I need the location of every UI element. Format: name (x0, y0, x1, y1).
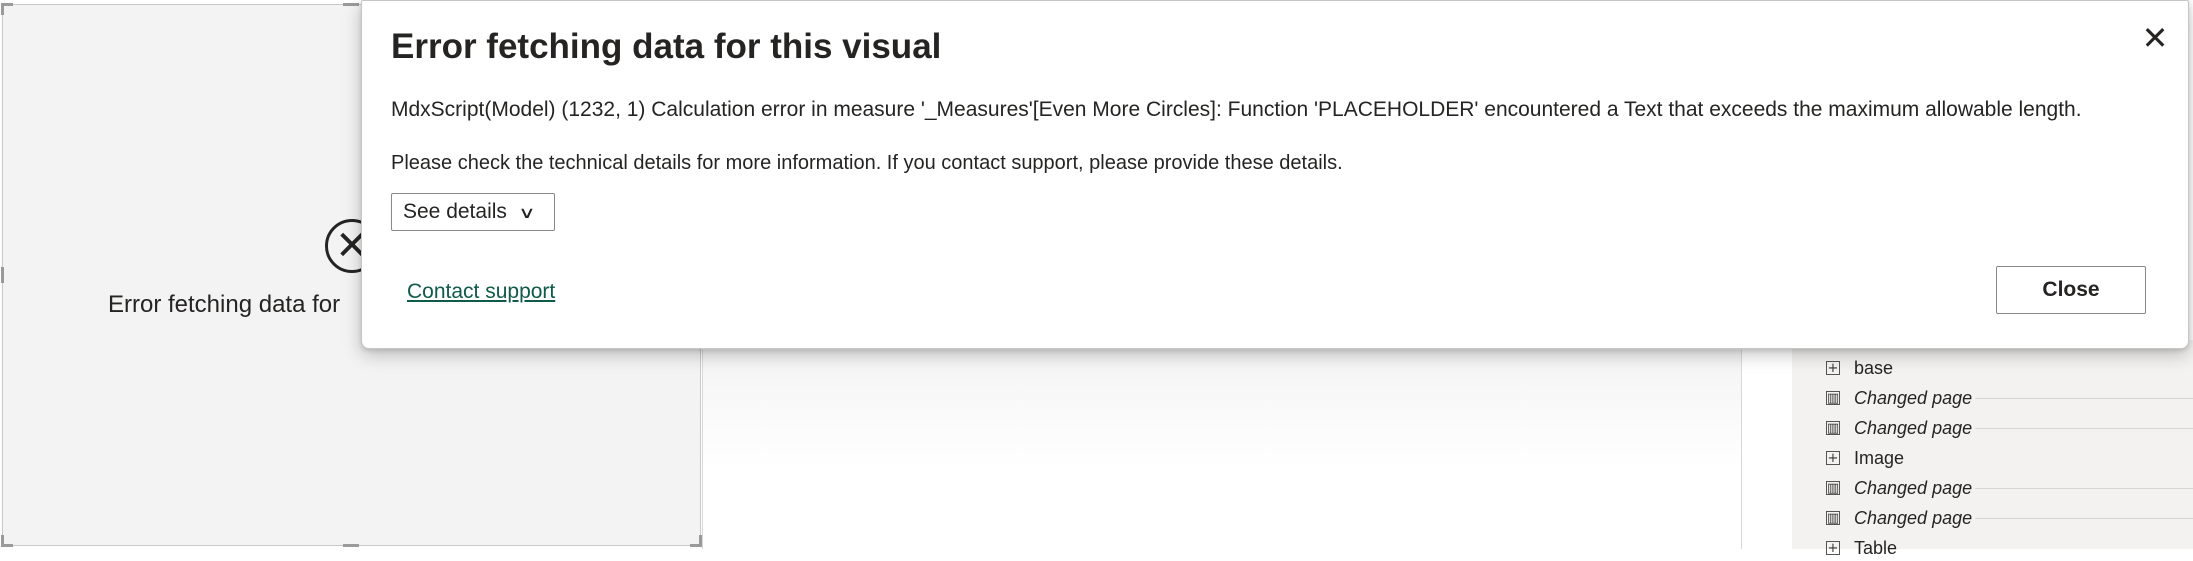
pane-item-table[interactable]: + Table (1826, 535, 1897, 561)
report-canvas (703, 350, 1741, 549)
help-message: Please check the technical details for m… (391, 152, 1343, 174)
report-page-icon: ▥ (1826, 510, 1840, 526)
pane-item-label: Table (1854, 537, 1898, 558)
pane-item-image[interactable]: + Image (1826, 445, 1904, 471)
see-details-label: See details (403, 200, 507, 223)
pane-row-line (1975, 398, 2193, 399)
pane-item-changed-page[interactable]: ▥ Changed page (1826, 475, 1972, 501)
resize-handle[interactable] (1, 267, 4, 283)
visual-error-text: Error fetching data for (108, 291, 341, 318)
expand-plus-icon[interactable]: + (1826, 541, 1840, 555)
pane-item-changed-page[interactable]: ▥ Changed page (1826, 415, 1972, 441)
pane-divider (1741, 350, 1742, 549)
see-details-button[interactable]: See details ∨ (391, 193, 555, 231)
expand-plus-icon[interactable]: + (1826, 361, 1840, 375)
pane-item-label: Image (1854, 447, 1905, 468)
report-page-icon: ▥ (1826, 420, 1840, 436)
resize-handle[interactable] (343, 3, 359, 6)
report-page-icon: ▥ (1826, 480, 1840, 496)
pane-item-label: base (1854, 357, 1894, 378)
resize-handle[interactable] (1, 535, 4, 547)
close-button[interactable]: Close (1996, 266, 2146, 314)
pane-item-label: Changed page (1854, 507, 1973, 528)
pane-item-label: Changed page (1854, 477, 1973, 498)
pane-item-changed-page[interactable]: ▥ Changed page (1826, 505, 1972, 531)
pane-item-label: Changed page (1854, 387, 1973, 408)
pane-item-base[interactable]: + base (1826, 355, 1893, 381)
pane-row-line (1975, 428, 2193, 429)
resize-handle[interactable] (1, 3, 4, 15)
dialog-title: Error fetching data for this visual (391, 27, 942, 66)
expand-plus-icon[interactable]: + (1826, 451, 1840, 465)
pane-row-line (1975, 488, 2193, 489)
pane-item-changed-page[interactable]: ▥ Changed page (1826, 385, 1972, 411)
resize-handle[interactable] (343, 544, 359, 547)
canvas-divider (702, 350, 703, 549)
report-page-icon: ▥ (1826, 390, 1840, 406)
error-dialog: Error fetching data for this visual ✕ Md… (361, 0, 2189, 349)
contact-support-link[interactable]: Contact support (407, 280, 555, 304)
chevron-down-icon: ∨ (517, 202, 536, 222)
pane-item-label: Changed page (1854, 417, 1973, 438)
close-icon[interactable]: ✕ (2138, 21, 2172, 55)
pane-row-line (1975, 518, 2193, 519)
error-message: MdxScript(Model) (1232, 1) Calculation e… (391, 98, 2082, 121)
selection-pane: + base ▥ Changed page ▥ Changed page + I… (1792, 340, 2193, 558)
